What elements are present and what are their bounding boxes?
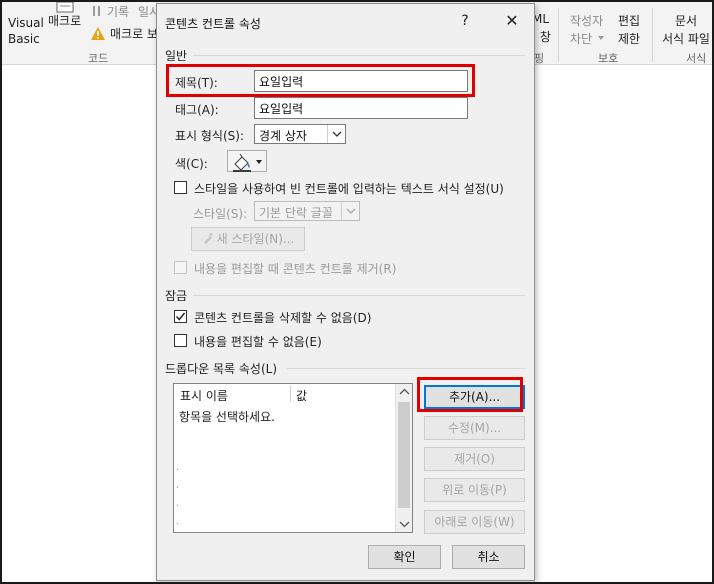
- list-item[interactable]: 항목을 선택하세요.: [179, 408, 275, 425]
- section-divider: [287, 368, 525, 369]
- cannot-delete-checkbox[interactable]: [174, 310, 187, 323]
- move-up-button[interactable]: 위로 이동(P): [424, 478, 525, 502]
- ok-button[interactable]: 확인: [368, 545, 441, 569]
- macro-button[interactable]: 매크로: [48, 14, 81, 29]
- chevron-down-icon: [332, 131, 342, 137]
- section-divider: [193, 295, 525, 296]
- list-dotted-guide: .: [176, 480, 180, 491]
- ribbon-separator: [652, 8, 653, 62]
- style-label: 스타일(S):: [193, 207, 248, 221]
- list-header-display-name[interactable]: 표시 이름: [180, 387, 228, 404]
- document-template-button[interactable]: 문서 서식 파일: [662, 12, 710, 48]
- title-input[interactable]: [254, 70, 468, 92]
- protect-group-label: 보호: [598, 52, 619, 65]
- display-as-value: 경계 상자: [259, 129, 307, 143]
- remove-on-edit-checkbox[interactable]: [174, 261, 187, 274]
- style-select[interactable]: 기본 단락 글꼴: [254, 201, 360, 221]
- close-button[interactable]: ✕: [501, 10, 523, 32]
- ribbon-separator: [558, 8, 559, 62]
- section-divider: [193, 55, 525, 56]
- display-as-select[interactable]: 경계 상자: [254, 124, 346, 144]
- scroll-down-icon[interactable]: [396, 516, 413, 532]
- tag-input[interactable]: [254, 97, 468, 119]
- macro-icon: [56, 2, 74, 13]
- template-group-label: 서식: [686, 52, 707, 65]
- color-label: 색(C):: [175, 157, 208, 171]
- add-button[interactable]: 추가(A)...: [424, 385, 525, 409]
- visual-basic-button[interactable]: Visual Basic: [8, 15, 44, 47]
- block-authors-button[interactable]: 작성자 차단: [570, 12, 603, 48]
- chevron-down-icon: [598, 36, 604, 40]
- mapping-group-label: 핑: [534, 52, 545, 65]
- new-style-label: 새 스타일(N)...: [216, 232, 295, 246]
- checkmark-icon: [175, 312, 186, 321]
- list-scrollbar[interactable]: [395, 384, 412, 532]
- list-header-value[interactable]: 값: [296, 387, 307, 404]
- new-style-button[interactable]: 새 스타일(N)...: [191, 227, 305, 251]
- cancel-button[interactable]: 취소: [452, 545, 525, 569]
- style-value: 기본 단락 글꼴: [259, 206, 333, 220]
- restrict-editing-button[interactable]: 편집 제한: [618, 12, 640, 48]
- paint-bucket-icon: [233, 153, 262, 172]
- use-style-checkbox[interactable]: [174, 181, 187, 194]
- pause-icon: [93, 6, 100, 16]
- cannot-edit-label: 내용을 편집할 수 없음(E): [194, 335, 322, 349]
- chevron-down-icon: [346, 208, 356, 214]
- display-as-label: 표시 형식(S):: [175, 129, 244, 143]
- scroll-up-icon[interactable]: [396, 384, 413, 400]
- help-button[interactable]: ?: [458, 13, 472, 29]
- dropdown-arrow: [341, 202, 359, 220]
- new-style-icon: [203, 233, 213, 244]
- color-picker-button[interactable]: [227, 150, 267, 172]
- general-section-label: 일반: [165, 49, 188, 63]
- list-dotted-guide: .: [176, 516, 180, 527]
- dropdown-section-label: 드롭다운 목록 속성(L): [165, 362, 277, 376]
- content-control-properties-dialog: 콘텐츠 컨트롤 속성 ? ✕ 일반 제목(T): 태그(A): 표시 형식(S)…: [156, 3, 535, 581]
- dropdown-arrow: [327, 125, 345, 143]
- record-macro-button[interactable]: 기록: [107, 5, 129, 20]
- list-dotted-guide: .: [176, 462, 180, 473]
- dialog-title: 콘텐츠 컨트롤 속성: [165, 17, 261, 31]
- lock-section-label: 잠금: [165, 289, 188, 303]
- tag-label: 태그(A):: [175, 103, 219, 117]
- warning-icon: [91, 27, 105, 40]
- title-label: 제목(T):: [175, 76, 218, 90]
- remove-on-edit-label: 내용을 편집할 때 콘텐츠 컨트롤 제거(R): [194, 262, 397, 276]
- dropdown-list[interactable]: 표시 이름 값 항목을 선택하세요. . . . .: [173, 383, 413, 533]
- cannot-delete-label: 콘텐츠 컨트롤을 삭제할 수 없음(D): [194, 311, 372, 325]
- remove-button[interactable]: 제거(O): [424, 447, 525, 471]
- scroll-thumb[interactable]: [398, 402, 410, 508]
- cannot-edit-checkbox[interactable]: [174, 334, 187, 347]
- list-dotted-guide: .: [176, 498, 180, 509]
- modify-button[interactable]: 수정(M)...: [424, 416, 525, 440]
- column-separator[interactable]: [290, 386, 291, 402]
- use-style-label: 스타일을 사용하여 빈 컨트롤에 입력하는 텍스트 서식 설정(U): [194, 182, 504, 196]
- code-group-label: 코드: [88, 52, 109, 65]
- move-down-button[interactable]: 아래로 이동(W): [424, 510, 525, 534]
